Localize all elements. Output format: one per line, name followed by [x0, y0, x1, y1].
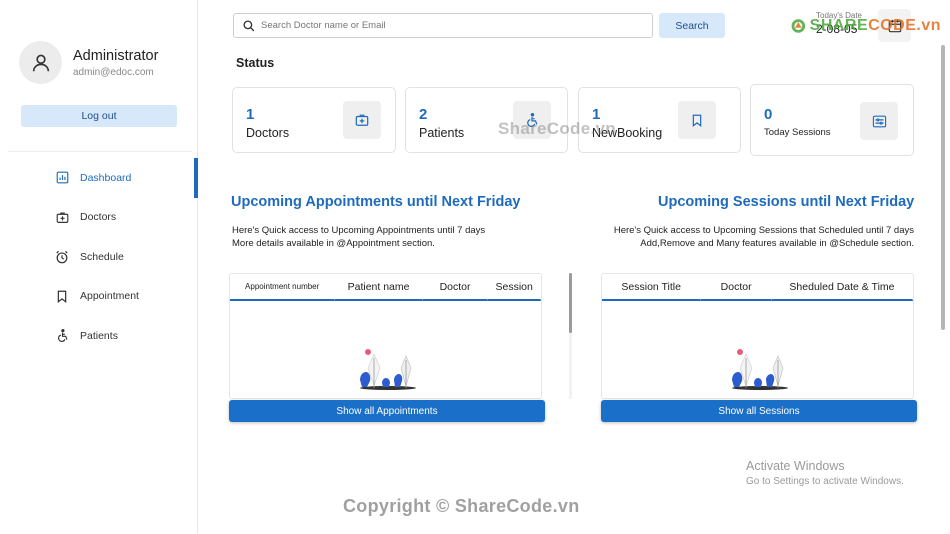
- card-label: Today Sessions: [764, 127, 831, 138]
- column-header: Appointment number: [230, 274, 336, 300]
- show-all-sessions-button[interactable]: Show all Sessions: [601, 400, 917, 422]
- card-label: Doctors: [246, 126, 290, 140]
- status-card-doctors: 1 Doctors: [232, 87, 396, 153]
- page-scrollbar[interactable]: [941, 45, 945, 345]
- sidebar-item-label: Doctors: [80, 211, 117, 224]
- sidebar-divider: [8, 151, 192, 152]
- card-count: 1: [246, 106, 255, 123]
- dashboard-icon: [54, 170, 70, 186]
- wheelchair-icon: [54, 328, 70, 344]
- sidebar-item-label: Schedule: [80, 250, 124, 263]
- bookmark-icon: [678, 101, 716, 139]
- sidebar-item-label: Appointment: [80, 290, 139, 303]
- session-icon: [860, 102, 898, 140]
- activate-windows-title: Activate Windows: [746, 459, 845, 473]
- search-input[interactable]: [261, 20, 641, 31]
- sessions-table: Session Title Doctor Sheduled Date & Tim…: [601, 273, 914, 399]
- sidebar-nav: Dashboard Doctors Schedule Appointment P…: [0, 158, 198, 356]
- sidebar-item-dashboard[interactable]: Dashboard: [0, 158, 198, 198]
- column-header: Patient name: [335, 274, 423, 300]
- card-label: Patients: [419, 126, 465, 140]
- appointments-description: Here's Quick access to Upcoming Appointm…: [232, 225, 486, 249]
- sessions-description: Here's Quick access to Upcoming Sessions…: [613, 225, 914, 249]
- sidebar-item-patients[interactable]: Patients: [0, 316, 198, 356]
- sharecode-logo-icon: [791, 19, 806, 33]
- sessions-title: Upcoming Sessions until Next Friday: [658, 194, 915, 210]
- alarm-clock-icon: [54, 249, 70, 265]
- search-icon: [243, 19, 255, 31]
- column-header: Doctor: [422, 274, 489, 300]
- empty-state-illustration: [731, 349, 788, 390]
- bookmark-icon: [54, 288, 70, 304]
- appointments-title: Upcoming Appointments until Next Friday: [231, 194, 521, 210]
- logout-button[interactable]: Log out: [21, 105, 177, 127]
- sidebar-item-label: Patients: [80, 329, 118, 342]
- admin-profile: Administrator admin@edoc.com: [19, 41, 194, 86]
- watermark-center: ShareCode.vn: [498, 119, 616, 138]
- sidebar-item-doctors[interactable]: Doctors: [0, 198, 198, 238]
- column-header: Session Title: [602, 274, 702, 300]
- admin-email: admin@edoc.com: [73, 67, 154, 78]
- appointments-scrollbar[interactable]: [569, 273, 572, 399]
- sidebar: Administrator admin@edoc.com Log out Das…: [0, 0, 198, 534]
- column-header: Session: [488, 274, 541, 300]
- watermark-copyright: Copyright © ShareCode.vn: [343, 496, 580, 516]
- admin-name: Administrator: [73, 48, 159, 64]
- table-header: Appointment number Patient name Doctor S…: [230, 274, 541, 301]
- search-box: [233, 13, 653, 38]
- doctor-icon: [54, 209, 70, 225]
- sharecode-logo-text: SHARECODE.vn: [809, 17, 941, 34]
- sharecode-logo: SHARECODE.vn: [791, 12, 941, 40]
- scrollbar-thumb[interactable]: [941, 45, 945, 330]
- search-button[interactable]: Search: [659, 13, 725, 38]
- show-all-appointments-button[interactable]: Show all Appointments: [229, 400, 545, 422]
- status-title: Status: [236, 56, 275, 70]
- scrollbar-thumb[interactable]: [569, 273, 572, 333]
- doctor-icon: [343, 101, 381, 139]
- sidebar-item-schedule[interactable]: Schedule: [0, 237, 198, 277]
- card-count: 2: [419, 106, 428, 123]
- sidebar-item-appointment[interactable]: Appointment: [0, 277, 198, 317]
- appointments-table: Appointment number Patient name Doctor S…: [229, 273, 542, 399]
- avatar: [19, 41, 62, 84]
- column-header: Sheduled Date & Time: [771, 274, 913, 300]
- empty-state-illustration: [359, 349, 416, 390]
- card-count: 0: [764, 106, 773, 123]
- status-card-today-sessions: 0 Today Sessions: [750, 84, 914, 156]
- table-header: Session Title Doctor Sheduled Date & Tim…: [602, 274, 913, 301]
- activate-windows-subtitle: Go to Settings to activate Windows.: [746, 476, 904, 487]
- user-icon: [32, 54, 49, 71]
- sidebar-item-label: Dashboard: [80, 171, 132, 184]
- column-header: Doctor: [701, 274, 772, 300]
